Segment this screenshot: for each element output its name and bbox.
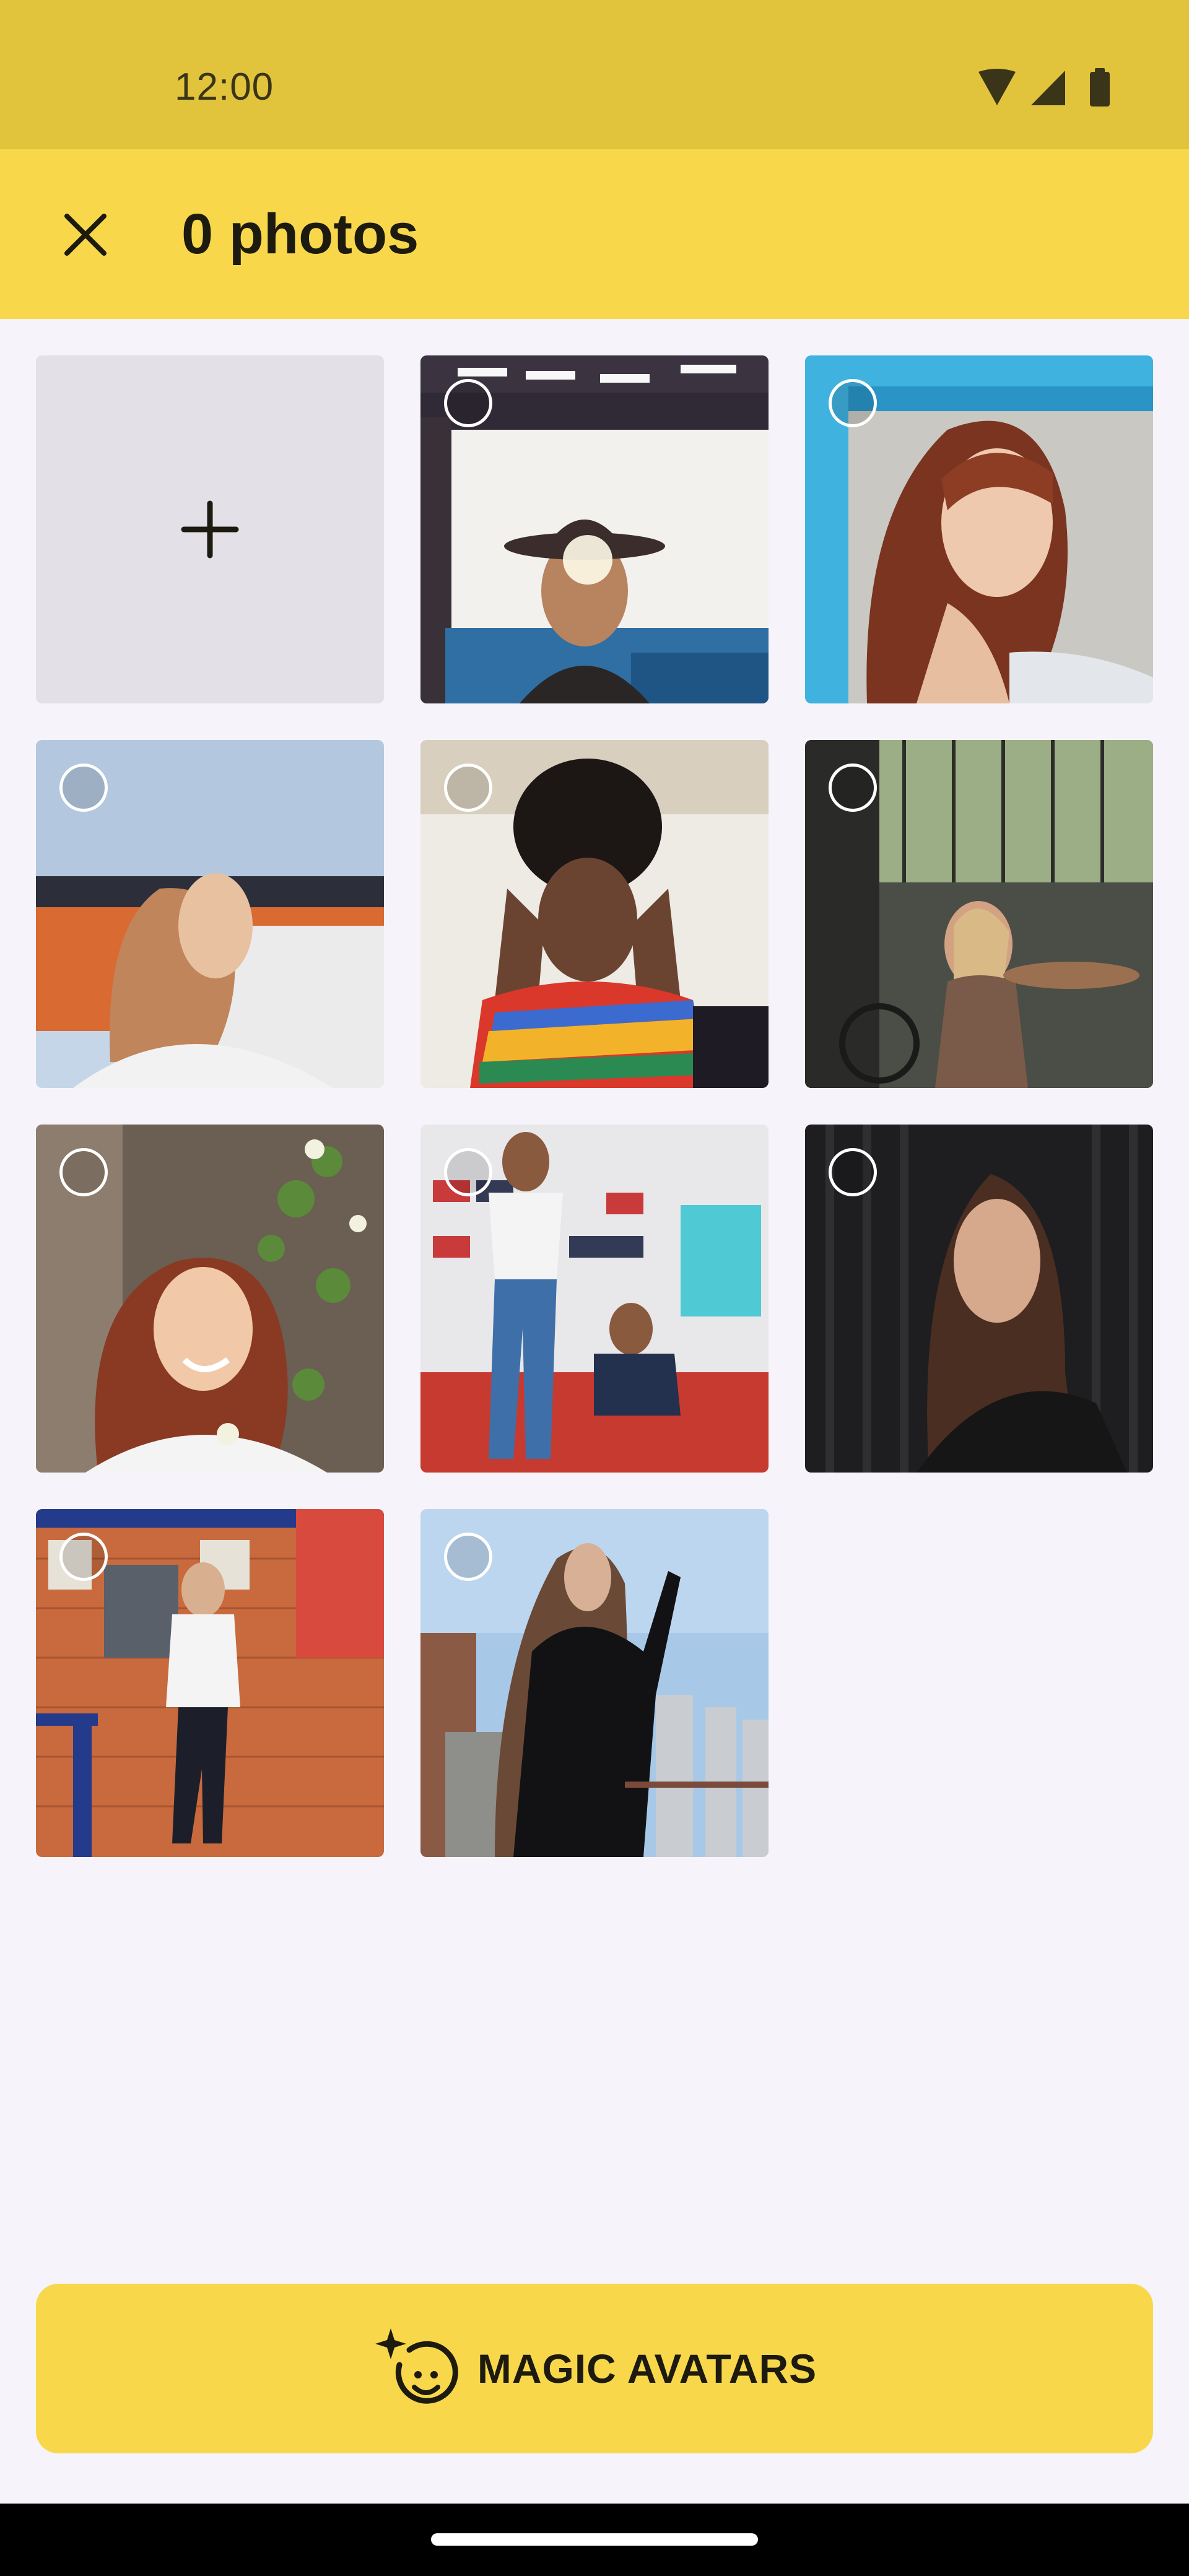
status-time: 12:00 xyxy=(175,66,274,108)
cellular-signal-icon xyxy=(1031,71,1065,105)
photo-6[interactable] xyxy=(36,1125,384,1473)
photo-5[interactable] xyxy=(805,740,1153,1088)
close-button[interactable] xyxy=(50,199,121,270)
magic-avatars-button[interactable]: MAGIC AVATARS xyxy=(36,2284,1153,2453)
select-circle[interactable] xyxy=(444,764,492,812)
select-circle[interactable] xyxy=(829,1148,877,1196)
magic-avatar-icon xyxy=(375,2328,458,2404)
select-circle[interactable] xyxy=(444,1533,492,1581)
app-bar: 0 photos xyxy=(0,149,1189,319)
select-circle[interactable] xyxy=(59,764,108,812)
photo-8[interactable] xyxy=(805,1125,1153,1473)
plus-icon xyxy=(181,500,239,559)
wifi-icon xyxy=(978,69,1016,105)
photo-4[interactable] xyxy=(420,740,769,1088)
battery-icon xyxy=(1090,68,1110,107)
status-icons xyxy=(966,67,1152,110)
photo-7[interactable] xyxy=(420,1125,769,1473)
photo-2[interactable] xyxy=(805,355,1153,703)
photo-3[interactable] xyxy=(36,740,384,1088)
magic-avatars-label: MAGIC AVATARS xyxy=(477,2346,817,2391)
select-circle[interactable] xyxy=(59,1533,108,1581)
navigation-bar xyxy=(0,2504,1189,2576)
select-circle[interactable] xyxy=(444,1148,492,1196)
select-circle[interactable] xyxy=(829,379,877,427)
page-title: 0 photos xyxy=(181,202,419,266)
select-circle[interactable] xyxy=(829,764,877,812)
photo-10[interactable] xyxy=(420,1509,769,1857)
close-icon xyxy=(64,213,107,256)
photo-9[interactable] xyxy=(36,1509,384,1857)
status-bar: 12:00 xyxy=(0,0,1189,149)
select-circle[interactable] xyxy=(59,1148,108,1196)
photo-1[interactable] xyxy=(420,355,769,703)
add-photo-button[interactable] xyxy=(36,355,384,703)
select-circle[interactable] xyxy=(444,379,492,427)
home-gesture-handle[interactable] xyxy=(431,2533,758,2546)
